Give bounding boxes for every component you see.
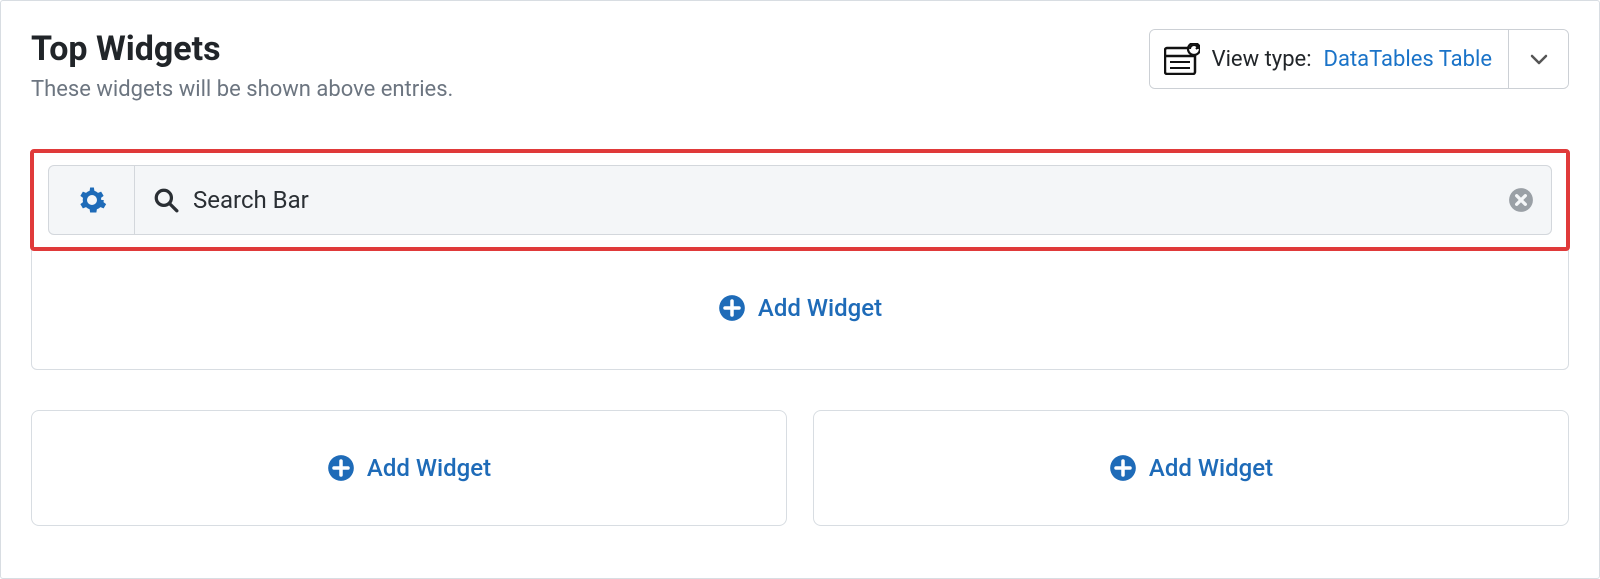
close-icon bbox=[1508, 187, 1534, 213]
widget-columns: Add Widget Add Widget bbox=[31, 410, 1569, 526]
widget-body: Search Bar bbox=[135, 166, 1491, 234]
title-block: Top Widgets These widgets will be shown … bbox=[31, 29, 453, 102]
add-widget-label: Add Widget bbox=[367, 454, 491, 482]
view-type-caret[interactable] bbox=[1508, 30, 1568, 88]
search-icon bbox=[153, 187, 179, 213]
plus-circle-icon bbox=[1109, 454, 1137, 482]
add-widget-button[interactable]: Add Widget bbox=[46, 265, 1554, 351]
widget-name: Search Bar bbox=[193, 186, 309, 214]
add-widget-button-right[interactable]: Add Widget bbox=[813, 410, 1569, 526]
search-bar-widget[interactable]: Search Bar bbox=[48, 165, 1552, 235]
add-widget-button-left[interactable]: Add Widget bbox=[31, 410, 787, 526]
section-subtitle: These widgets will be shown above entrie… bbox=[31, 77, 453, 102]
widget-settings-button[interactable] bbox=[49, 166, 135, 234]
table-icon bbox=[1164, 43, 1200, 75]
gear-icon bbox=[77, 185, 107, 215]
top-widgets-panel: Top Widgets These widgets will be shown … bbox=[0, 0, 1600, 579]
widget-drop-area: Search Bar bbox=[31, 150, 1569, 370]
plus-circle-icon bbox=[718, 294, 746, 322]
view-type-selector[interactable]: View type: DataTables Table bbox=[1149, 29, 1569, 89]
view-type-button[interactable]: View type: DataTables Table bbox=[1150, 30, 1508, 88]
add-widget-label: Add Widget bbox=[758, 294, 882, 322]
plus-circle-icon bbox=[327, 454, 355, 482]
widget-remove-button[interactable] bbox=[1491, 166, 1551, 234]
panel-header: Top Widgets These widgets will be shown … bbox=[31, 29, 1569, 102]
view-type-label: View type: bbox=[1212, 47, 1312, 72]
highlight-frame: Search Bar bbox=[30, 149, 1570, 251]
section-title: Top Widgets bbox=[31, 29, 453, 69]
view-type-value: DataTables Table bbox=[1324, 47, 1492, 72]
add-widget-label: Add Widget bbox=[1149, 454, 1273, 482]
chevron-down-icon bbox=[1528, 48, 1550, 70]
